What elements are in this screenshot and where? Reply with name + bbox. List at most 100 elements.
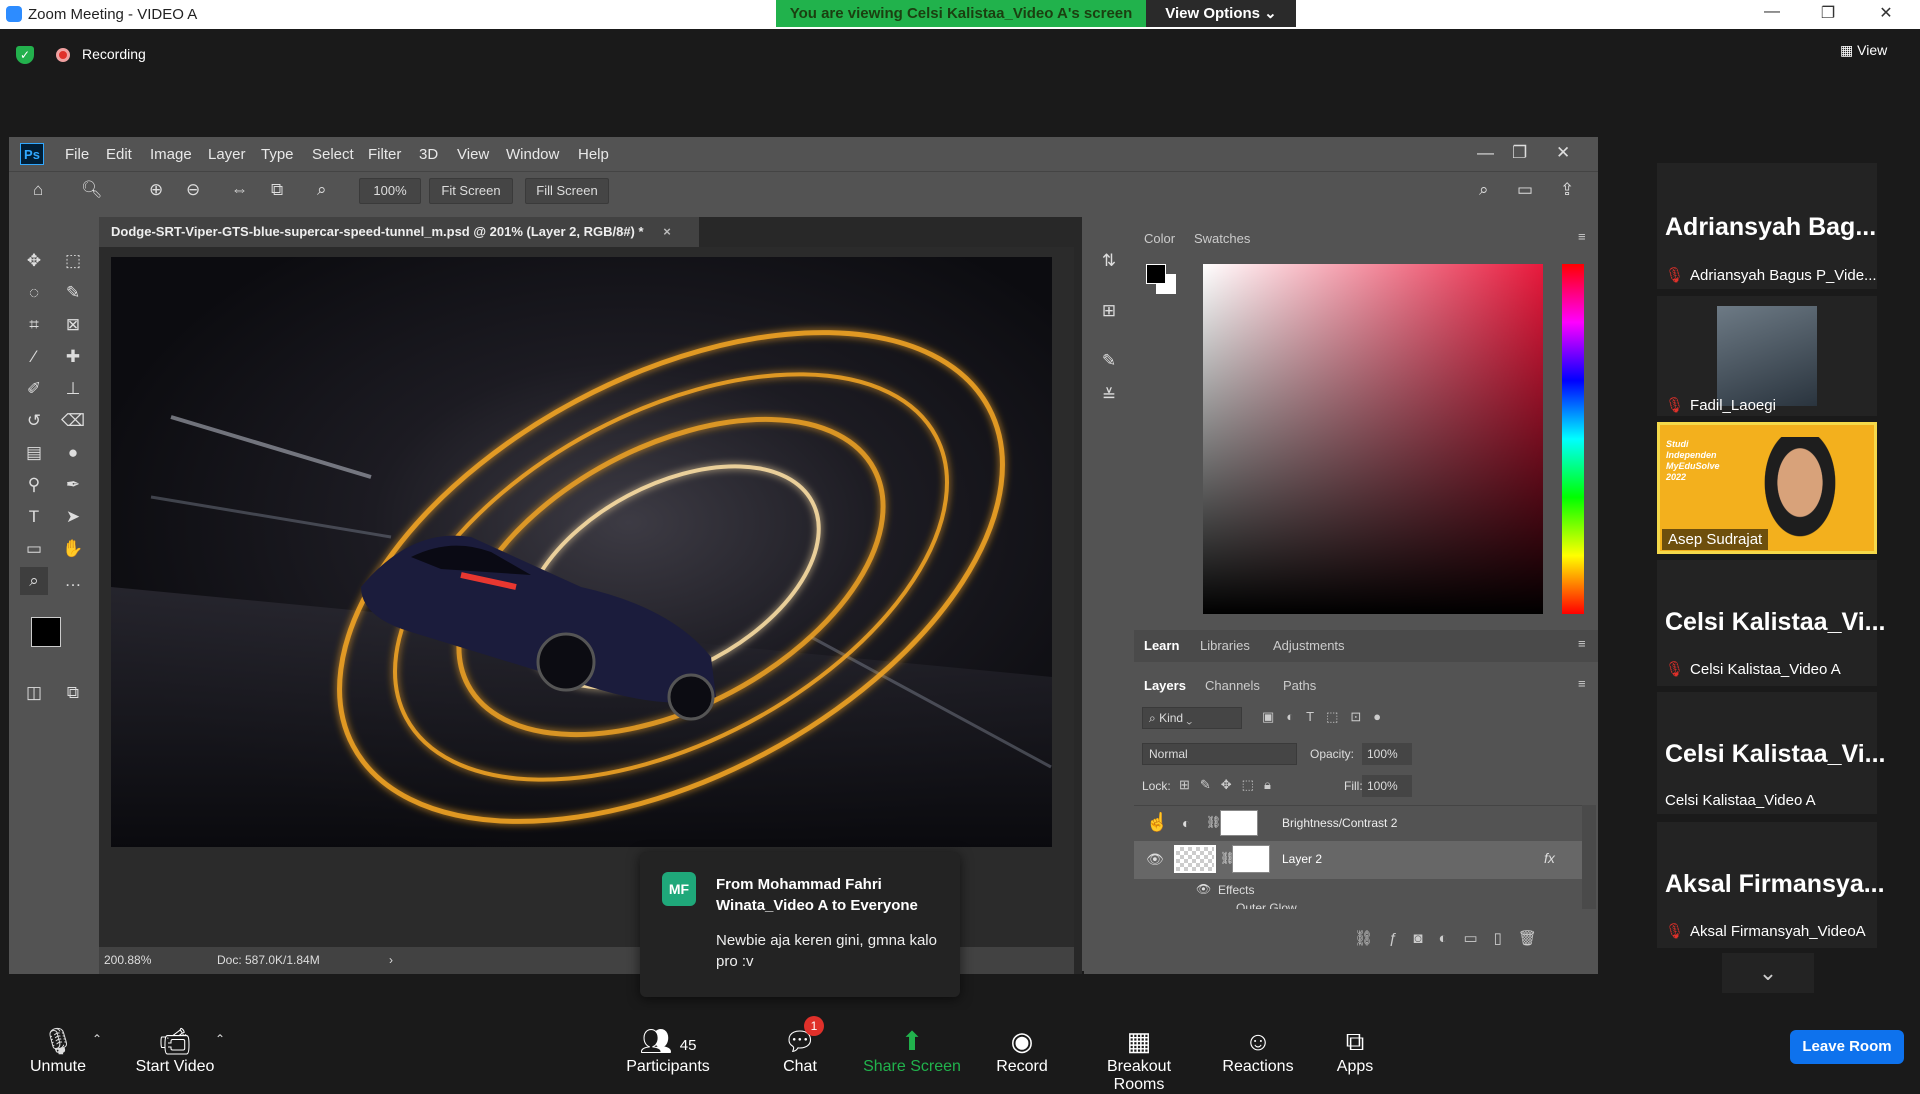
healing-brush-icon[interactable]: ✚ xyxy=(59,343,87,371)
ps-close-icon[interactable]: ✕ xyxy=(1556,143,1570,163)
video-options-chevron-icon[interactable]: ⌃ xyxy=(215,1032,225,1046)
menu-filter[interactable]: Filter xyxy=(368,146,401,163)
crop-tool-icon[interactable]: ⌗ xyxy=(20,311,48,339)
brush-tool-icon[interactable]: ✐ xyxy=(20,375,48,403)
lasso-tool-icon[interactable]: ◌ xyxy=(20,279,48,307)
scroll-down-chevron-icon[interactable]: ⌄ xyxy=(1722,953,1814,993)
ps-minimize-icon[interactable]: — xyxy=(1477,143,1494,163)
rectangle-tool-icon[interactable]: ▭ xyxy=(20,535,48,563)
zoom-out-icon[interactable]: ⊖ xyxy=(186,180,200,200)
tab-libraries[interactable]: Libraries xyxy=(1200,638,1250,653)
search-icon[interactable]: ⌕ xyxy=(1479,180,1489,200)
breakout-rooms-button[interactable]: ▦ Breakout Rooms xyxy=(1080,1024,1198,1094)
zoom-all-windows-icon[interactable]: ⧉ xyxy=(271,180,283,200)
view-options-button[interactable]: View Options ⌄ xyxy=(1146,0,1296,27)
color-panel-menu-icon[interactable]: ≡ xyxy=(1578,229,1586,244)
layers-scrollbar[interactable] xyxy=(1582,805,1596,909)
blend-mode-select[interactable]: Normal xyxy=(1142,743,1297,765)
fx-badge[interactable]: fx xyxy=(1544,850,1555,866)
gradient-tool-icon[interactable]: ▤ xyxy=(20,439,48,467)
path-select-icon[interactable]: ➤ xyxy=(59,503,87,531)
adjust-panel-icon[interactable]: ≚ xyxy=(1095,382,1123,410)
minimize-button[interactable]: — xyxy=(1752,3,1792,25)
menu-help[interactable]: Help xyxy=(578,146,609,163)
tab-adjustments[interactable]: Adjustments xyxy=(1273,638,1345,653)
participant-tile[interactable]: Aksal Firmansya... 🎙︎ Aksal Firmansyah_Vi… xyxy=(1657,822,1885,948)
screen-mode-icon[interactable]: ⧉ xyxy=(59,679,87,707)
participants-button[interactable]: 👥︎ 45 Participants xyxy=(622,1024,714,1076)
reactions-button[interactable]: ☺ Reactions xyxy=(1218,1024,1298,1076)
quick-mask-icon[interactable]: ◫ xyxy=(20,679,48,707)
recording-label[interactable]: Recording xyxy=(82,46,146,62)
history-brush-icon[interactable]: ↺ xyxy=(20,407,48,435)
participant-tile-active[interactable]: Studi Independen MyEduSolve 2022 Asep Su… xyxy=(1657,422,1877,554)
layer-name[interactable]: Brightness/Contrast 2 xyxy=(1282,816,1397,830)
tab-layers[interactable]: Layers xyxy=(1144,678,1186,693)
frame-tool-icon[interactable]: ⊠ xyxy=(59,311,87,339)
audio-options-chevron-icon[interactable]: ⌃ xyxy=(92,1032,102,1046)
menu-file[interactable]: File xyxy=(65,146,89,163)
brush-settings-icon[interactable]: ✎ xyxy=(1095,347,1123,375)
hue-slider[interactable] xyxy=(1562,264,1584,614)
history-panel-icon[interactable]: ⇅ xyxy=(1095,247,1123,275)
leave-room-button[interactable]: Leave Room xyxy=(1790,1030,1904,1064)
share-icon[interactable]: ⇪ xyxy=(1560,180,1574,200)
chat-toast[interactable]: MF From Mohammad Fahri Winata_Video A to… xyxy=(640,852,960,997)
scrubby-zoom-icon[interactable]: ⌕ xyxy=(317,180,327,200)
unmute-button[interactable]: 🎙︎ Unmute xyxy=(20,1024,96,1076)
document-tab[interactable]: Dodge-SRT-Viper-GTS-blue-supercar-speed-… xyxy=(99,217,699,247)
menu-3d[interactable]: 3D xyxy=(419,146,438,163)
workspace-icon[interactable]: ▭ xyxy=(1517,180,1533,200)
quick-select-icon[interactable]: ✎ xyxy=(59,279,87,307)
share-screen-button[interactable]: ⬆ Share Screen xyxy=(862,1024,962,1076)
layers-panel-menu-icon[interactable]: ≡ xyxy=(1578,676,1586,691)
layer-row[interactable]: ☝ ◐ ⛓ Brightness/Contrast 2 xyxy=(1134,805,1582,841)
tab-color[interactable]: Color xyxy=(1144,231,1175,246)
zoom-tool-preset-icon[interactable]: 🔍︎ xyxy=(81,180,103,200)
color-field[interactable] xyxy=(1203,264,1543,614)
pen-tool-icon[interactable]: ✒ xyxy=(59,471,87,499)
dodge-tool-icon[interactable]: ⚲ xyxy=(20,471,48,499)
resize-windows-icon[interactable]: ⇔ xyxy=(231,180,248,200)
type-tool-icon[interactable]: T xyxy=(20,503,48,531)
layer-thumbnail[interactable] xyxy=(1174,845,1216,873)
canvas-image[interactable] xyxy=(111,257,1052,847)
tab-learn[interactable]: Learn xyxy=(1144,638,1179,653)
status-arrow-icon[interactable]: › xyxy=(389,953,393,967)
close-button[interactable]: ✕ xyxy=(1866,3,1906,25)
properties-panel-icon[interactable]: ⊞ xyxy=(1095,297,1123,325)
layer-row[interactable]: 👁︎ ⛓ Layer 2 fx xyxy=(1134,841,1582,879)
menu-layer[interactable]: Layer xyxy=(208,146,246,163)
menu-view[interactable]: View xyxy=(457,146,489,163)
layer-footer-icons[interactable]: ⛓ƒ◙◐▭▯🗑︎ xyxy=(1354,929,1553,947)
menu-select[interactable]: Select xyxy=(312,146,354,163)
stamp-tool-icon[interactable]: ⊥ xyxy=(59,375,87,403)
move-tool-icon[interactable]: ✥ xyxy=(20,247,48,275)
start-video-button[interactable]: 📹︎ Start Video xyxy=(128,1024,222,1076)
zoom-percent-field[interactable]: 100% xyxy=(359,178,421,204)
apps-button[interactable]: ⧉ Apps xyxy=(1330,1024,1380,1076)
kind-filter-select[interactable]: ⌕ Kind ⌄ xyxy=(1142,707,1242,729)
document-tab-close-icon[interactable]: × xyxy=(663,224,671,239)
eyedropper-icon[interactable]: ⁄ xyxy=(20,343,48,371)
layer-mask-thumbnail[interactable] xyxy=(1232,845,1270,873)
more-tools-icon[interactable]: … xyxy=(59,567,87,595)
color-fg-swatch[interactable] xyxy=(1146,264,1166,284)
lock-icons[interactable]: ⊞✎✥⬚🔒︎ xyxy=(1179,777,1281,793)
eraser-tool-icon[interactable]: ⌫ xyxy=(59,407,87,435)
participant-tile[interactable]: Celsi Kalistaa_Vi... Celsi Kalistaa_Vide… xyxy=(1657,692,1886,814)
record-button[interactable]: ◉ Record xyxy=(990,1024,1054,1076)
opacity-field[interactable]: 100% xyxy=(1362,743,1412,765)
hand-tool-icon[interactable]: ✋ xyxy=(59,535,87,563)
layer-filter-icons[interactable]: ▣◐T⬚⊡● xyxy=(1262,709,1393,725)
visibility-hand-icon[interactable]: ☝ xyxy=(1146,812,1168,833)
fit-screen-button[interactable]: Fit Screen xyxy=(429,178,513,204)
view-button[interactable]: ▦ View xyxy=(1840,42,1887,59)
participant-tile[interactable]: 🎙︎ Fadil_Laoegi xyxy=(1657,296,1877,416)
layer-name[interactable]: Layer 2 xyxy=(1282,852,1322,866)
restore-button[interactable]: ❐ xyxy=(1808,3,1848,25)
fill-field[interactable]: 100% xyxy=(1362,775,1412,797)
participant-tile[interactable]: Adriansyah Bag... 🎙︎ Adriansyah Bagus P_V… xyxy=(1657,163,1877,289)
menu-image[interactable]: Image xyxy=(150,146,192,163)
effects-eye-icon[interactable]: 👁︎ xyxy=(1196,882,1211,896)
